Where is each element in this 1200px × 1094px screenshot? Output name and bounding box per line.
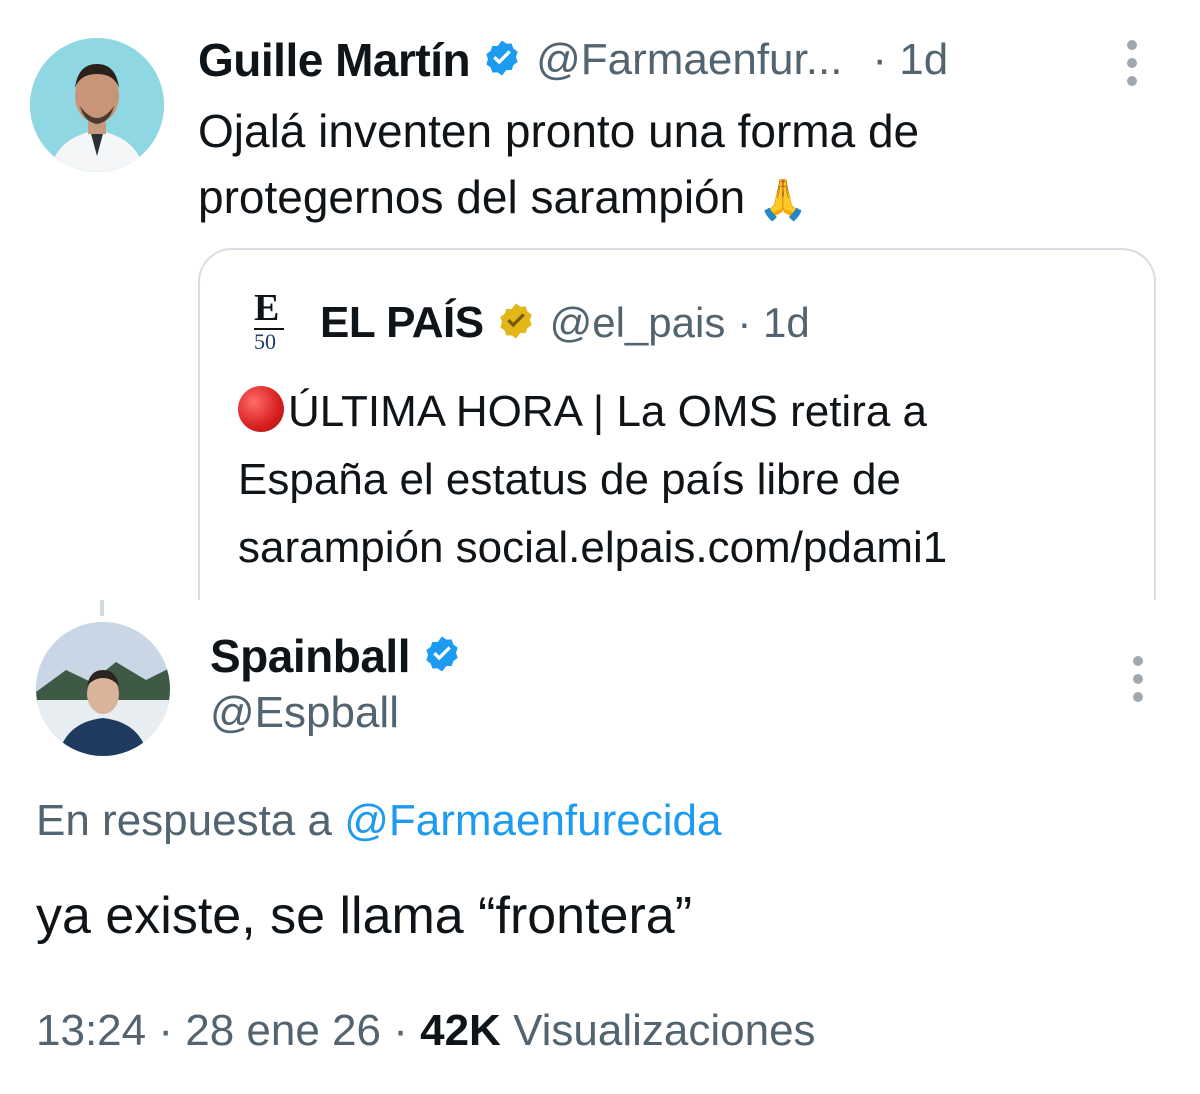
reply-prefix: En respuesta a — [36, 796, 332, 845]
tweet2-header: Spainball — [210, 626, 476, 686]
tweet-date[interactable]: 28 ene 26 — [185, 1006, 381, 1055]
quote-text-line1: ÚLTIMA HORA | La OMS retira a — [288, 387, 928, 436]
praying-hands-emoji: 🙏 — [758, 178, 808, 222]
quote-author-name[interactable]: EL PAÍS — [320, 298, 484, 348]
quoted-tweet-screenshot: Guille Martín @Farmaenfur... · 1d Ojalá … — [0, 0, 1200, 600]
reply-author-name[interactable]: Spainball — [210, 629, 410, 683]
el-pais-logo[interactable]: E 50 — [248, 287, 292, 356]
thread-connector-line — [100, 600, 104, 616]
reply-mention-link[interactable]: @Farmaenfurecida — [344, 796, 721, 845]
views-count: 42K — [420, 1006, 501, 1055]
more-options-icon[interactable] — [1128, 656, 1148, 710]
tweet1-text-line2: protegernos del sarampión — [198, 171, 746, 223]
tweet1-text-line1: Ojalá inventen pronto una forma de — [198, 105, 920, 157]
logo-letter: E — [254, 287, 280, 329]
tweet-time[interactable]: 13:24 — [36, 1006, 146, 1055]
logo-number: 50 — [254, 329, 276, 354]
tweet1-header: Guille Martín @Farmaenfur... · 1d — [198, 30, 948, 90]
more-options-icon[interactable] — [1122, 40, 1142, 94]
tweet1-text: Ojalá inventen pronto una forma de prote… — [198, 98, 1158, 233]
quote-time[interactable]: · 1d — [737, 299, 809, 347]
views-label: Visualizaciones — [513, 1006, 816, 1055]
tweet-time[interactable]: · 1d — [872, 35, 948, 85]
author-handle[interactable]: @Farmaenfur... — [536, 35, 842, 85]
author-name[interactable]: Guille Martín — [198, 33, 471, 87]
quote-author-handle[interactable]: @el_pais — [550, 299, 726, 347]
replying-to: En respuesta a @Farmaenfurecida — [36, 796, 721, 846]
reply-tweet-text: ya existe, se llama “frontera” — [36, 887, 693, 945]
quote-text-line3: sarampión social.elpais.com/pdami1 — [238, 523, 948, 572]
red-circle-emoji-icon — [238, 386, 284, 432]
gold-verified-badge-icon — [496, 301, 536, 346]
verified-badge-icon — [422, 634, 462, 679]
verified-badge-icon — [482, 38, 522, 83]
tweet-metadata: 13:24 · 28 ene 26 · 42K Visualizaciones — [36, 1006, 816, 1055]
quote-text: ÚLTIMA HORA | La OMS retira a España el … — [238, 378, 1138, 582]
quote-text-line2: España el estatus de país libre de — [238, 455, 901, 504]
reply-author-handle[interactable]: @Espball — [210, 688, 399, 738]
quoted-tweet-card[interactable]: E 50 EL PAÍS @el_pais · 1d ÚLTIMA HORA |… — [198, 248, 1156, 600]
avatar-guille-martin[interactable] — [30, 38, 164, 172]
quote-header: E 50 EL PAÍS @el_pais · 1d — [248, 288, 810, 358]
avatar-spainball[interactable] — [36, 622, 170, 756]
